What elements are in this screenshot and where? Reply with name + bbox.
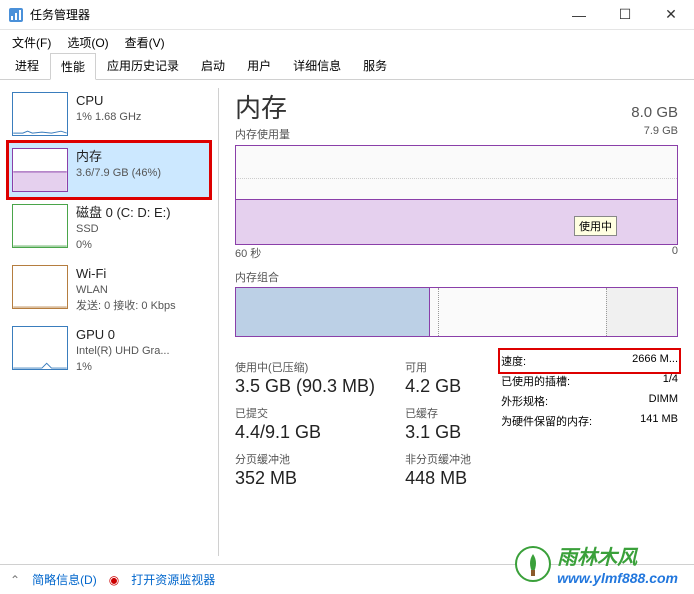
avail-label: 可用 bbox=[405, 359, 471, 375]
paged-value: 352 MB bbox=[235, 468, 375, 489]
maximize-button[interactable]: ☐ bbox=[602, 0, 648, 30]
main-panel: 内存 8.0 GB 内存使用量 7.9 GB 使用中 60 秒 0 内存组合 使… bbox=[219, 80, 694, 564]
axis-right: 0 bbox=[672, 245, 678, 261]
usage-label: 内存使用量 bbox=[235, 129, 290, 141]
reserved-key: 为硬件保留的内存: bbox=[501, 413, 592, 429]
form-row: 外形规格: DIMM bbox=[501, 391, 678, 411]
slots-row: 已使用的插槽: 1/4 bbox=[501, 371, 678, 391]
memory-composition-graph bbox=[235, 287, 678, 337]
tab-startup[interactable]: 启动 bbox=[190, 52, 236, 79]
sidebar-item-detail: Intel(R) UHD Gra... bbox=[76, 344, 170, 359]
close-button[interactable]: ✕ bbox=[648, 0, 694, 30]
fewer-details-link[interactable]: 简略信息(D) bbox=[32, 571, 97, 588]
sidebar-item-detail: 3.6/7.9 GB (46%) bbox=[76, 166, 161, 181]
titlebar: 任务管理器 — ☐ ✕ bbox=[0, 0, 694, 30]
sidebar-item-label: Wi-Fi bbox=[76, 265, 176, 283]
commit-label: 已提交 bbox=[235, 405, 375, 421]
tab-performance[interactable]: 性能 bbox=[50, 53, 96, 80]
slots-key: 已使用的插槽: bbox=[501, 373, 570, 389]
sidebar-item-label: 内存 bbox=[76, 148, 161, 166]
in-use-value: 3.5 GB (90.3 MB) bbox=[235, 376, 375, 397]
speed-row: 速度: 2666 M... bbox=[501, 351, 678, 371]
menubar: 文件(F) 选项(O) 查看(V) bbox=[0, 30, 694, 54]
tab-details[interactable]: 详细信息 bbox=[282, 52, 352, 79]
speed-value: 2666 M... bbox=[632, 353, 678, 369]
gpu-mini-graph bbox=[12, 326, 68, 370]
wifi-mini-graph bbox=[12, 265, 68, 309]
app-icon bbox=[8, 7, 24, 23]
avail-value: 4.2 GB bbox=[405, 376, 471, 397]
memory-total: 8.0 GB bbox=[631, 104, 678, 121]
usage-max: 7.9 GB bbox=[644, 125, 678, 137]
memory-usage-graph: 使用中 bbox=[235, 145, 678, 245]
tab-users[interactable]: 用户 bbox=[236, 52, 282, 79]
speed-key: 速度: bbox=[501, 353, 526, 369]
sidebar-item-wifi[interactable]: Wi-Fi WLAN 发送: 0 接收: 0 Kbps bbox=[8, 259, 210, 320]
sidebar-item-detail2: 1% bbox=[76, 360, 170, 375]
form-key: 外形规格: bbox=[501, 393, 548, 409]
window-title: 任务管理器 bbox=[30, 6, 556, 23]
tab-processes[interactable]: 进程 bbox=[4, 52, 50, 79]
cached-value: 3.1 GB bbox=[405, 422, 471, 443]
sidebar-item-gpu[interactable]: GPU 0 Intel(R) UHD Gra... 1% bbox=[8, 320, 210, 381]
sidebar-item-cpu[interactable]: CPU 1% 1.68 GHz bbox=[8, 86, 210, 142]
memory-mini-graph bbox=[12, 148, 68, 192]
paged-label: 分页缓冲池 bbox=[235, 451, 375, 467]
reserved-value: 141 MB bbox=[640, 413, 678, 429]
stats-grid: 使用中(已压缩) 3.5 GB (90.3 MB) 已提交 4.4/9.1 GB… bbox=[235, 351, 678, 489]
menu-file[interactable]: 文件(F) bbox=[6, 32, 57, 53]
cpu-mini-graph bbox=[12, 92, 68, 136]
watermark-logo-icon bbox=[515, 546, 551, 582]
disk-mini-graph bbox=[12, 204, 68, 248]
sidebar-item-memory[interactable]: 内存 3.6/7.9 GB (46%) bbox=[8, 142, 210, 198]
sidebar: CPU 1% 1.68 GHz 内存 3.6/7.9 GB (46%) 磁盘 0… bbox=[0, 80, 218, 564]
cached-label: 已缓存 bbox=[405, 405, 471, 421]
sidebar-item-detail2: 0% bbox=[76, 238, 171, 253]
sidebar-item-detail: SSD bbox=[76, 222, 171, 237]
reserved-row: 为硬件保留的内存: 141 MB bbox=[501, 411, 678, 431]
axis-left: 60 秒 bbox=[235, 245, 261, 261]
sidebar-item-detail: 1% 1.68 GHz bbox=[76, 110, 141, 125]
sidebar-item-label: GPU 0 bbox=[76, 326, 170, 344]
open-resource-monitor-link[interactable]: 打开资源监视器 bbox=[131, 571, 215, 588]
sidebar-item-detail2: 发送: 0 接收: 0 Kbps bbox=[76, 299, 176, 314]
watermark: 雨林木风 www.ylmf888.com bbox=[515, 541, 678, 586]
menu-view[interactable]: 查看(V) bbox=[119, 32, 171, 53]
resource-monitor-icon: ◉ bbox=[109, 573, 119, 587]
page-title: 内存 bbox=[235, 88, 287, 125]
graph-tooltip: 使用中 bbox=[574, 216, 617, 236]
menu-options[interactable]: 选项(O) bbox=[61, 32, 114, 53]
sidebar-item-label: 磁盘 0 (C: D: E:) bbox=[76, 204, 171, 222]
watermark-brand: 雨林木风 bbox=[557, 547, 637, 569]
in-use-label: 使用中(已压缩) bbox=[235, 359, 375, 375]
tab-app-history[interactable]: 应用历史记录 bbox=[96, 52, 190, 79]
nonpaged-value: 448 MB bbox=[405, 468, 471, 489]
minimize-button[interactable]: — bbox=[556, 0, 602, 30]
tab-services[interactable]: 服务 bbox=[352, 52, 398, 79]
form-value: DIMM bbox=[649, 393, 678, 409]
watermark-url: www.ylmf888.com bbox=[557, 570, 678, 586]
composition-label: 内存组合 bbox=[235, 269, 678, 285]
sidebar-item-detail: WLAN bbox=[76, 283, 176, 298]
nonpaged-label: 非分页缓冲池 bbox=[405, 451, 471, 467]
sidebar-item-disk[interactable]: 磁盘 0 (C: D: E:) SSD 0% bbox=[8, 198, 210, 259]
tabbar: 进程 性能 应用历史记录 启动 用户 详细信息 服务 bbox=[0, 54, 694, 80]
content: CPU 1% 1.68 GHz 内存 3.6/7.9 GB (46%) 磁盘 0… bbox=[0, 80, 694, 564]
sidebar-item-label: CPU bbox=[76, 92, 141, 110]
slots-value: 1/4 bbox=[663, 373, 678, 389]
commit-value: 4.4/9.1 GB bbox=[235, 422, 375, 443]
chevron-icon: ⌃ bbox=[10, 573, 20, 587]
